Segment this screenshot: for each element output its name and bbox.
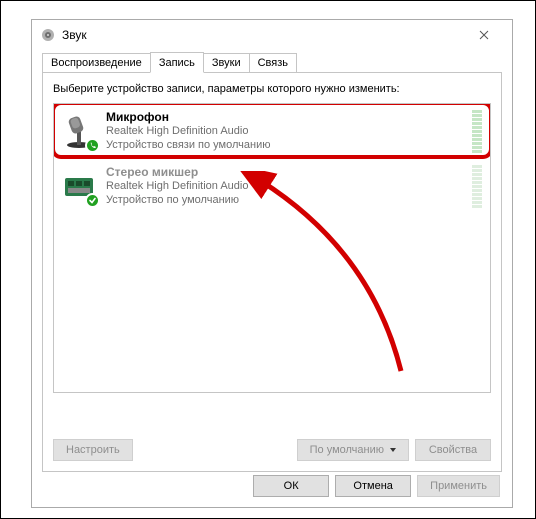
tab-strip: Воспроизведение Запись Звуки Связь xyxy=(42,50,502,72)
instruction-text: Выберите устройство записи, параметры ко… xyxy=(53,83,491,95)
device-status: Устройство связи по умолчанию xyxy=(106,139,464,153)
close-button[interactable] xyxy=(464,21,504,49)
device-text: Стерео микшер Realtek High Definition Au… xyxy=(106,165,464,208)
device-text: Микрофон Realtek High Definition Audio У… xyxy=(106,110,464,153)
device-driver: Realtek High Definition Audio xyxy=(106,125,464,139)
device-status: Устройство по умолчанию xyxy=(106,194,464,208)
soundcard-icon xyxy=(62,170,96,204)
titlebar[interactable]: Звук xyxy=(32,20,512,50)
microphone-icon xyxy=(62,115,96,149)
recording-panel: Выберите устройство записи, параметры ко… xyxy=(42,72,502,472)
configure-button[interactable]: Настроить xyxy=(53,439,133,461)
cancel-button[interactable]: Отмена xyxy=(335,475,411,497)
chevron-down-icon xyxy=(390,448,396,452)
properties-button[interactable]: Свойства xyxy=(415,439,491,461)
list-item[interactable]: Микрофон Realtek High Definition Audio У… xyxy=(54,104,490,159)
tab-playback[interactable]: Воспроизведение xyxy=(42,53,151,72)
dialog-button-row: ОК Отмена Применить xyxy=(253,475,500,497)
tab-communications[interactable]: Связь xyxy=(249,53,297,72)
apply-button[interactable]: Применить xyxy=(417,475,500,497)
list-item[interactable]: Стерео микшер Realtek High Definition Au… xyxy=(54,159,490,214)
tab-sounds[interactable]: Звуки xyxy=(203,53,250,72)
level-meter xyxy=(472,110,482,153)
default-button-label: По умолчанию xyxy=(310,444,384,456)
check-badge-icon xyxy=(85,193,100,208)
device-name: Стерео микшер xyxy=(106,165,198,179)
phone-badge-icon xyxy=(85,138,100,153)
tab-recording[interactable]: Запись xyxy=(150,52,204,73)
speaker-icon xyxy=(40,27,56,43)
device-list[interactable]: Микрофон Realtek High Definition Audio У… xyxy=(53,103,491,393)
ok-button[interactable]: ОК xyxy=(253,475,329,497)
device-driver: Realtek High Definition Audio xyxy=(106,180,464,194)
default-button[interactable]: По умолчанию xyxy=(297,439,409,461)
level-meter xyxy=(472,165,482,208)
sound-dialog: Звук Воспроизведение Запись Звуки Связь … xyxy=(31,19,513,508)
panel-button-row: Настроить По умолчанию Свойства xyxy=(53,439,491,461)
device-name: Микрофон xyxy=(106,110,169,124)
window-title: Звук xyxy=(62,28,464,42)
